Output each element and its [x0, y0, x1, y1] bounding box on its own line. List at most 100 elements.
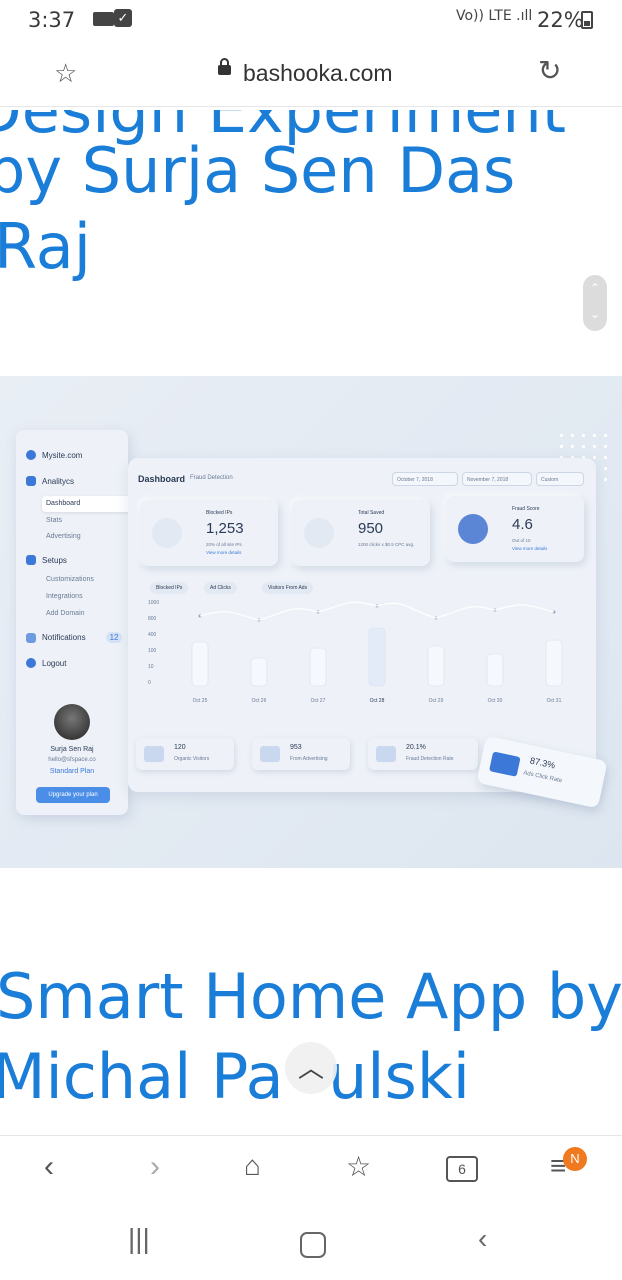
chart-x-tick: Oct 25 — [193, 698, 208, 704]
card-link: View more details — [206, 550, 242, 555]
sidebar-plan: Standard Plan — [49, 768, 95, 775]
sidebar-item-customizations: Customizations — [46, 576, 94, 583]
sidebar-user-email: hello@sfspace.co — [48, 757, 96, 763]
bottom-stat-value: 120 — [174, 744, 186, 751]
dashboard-sidebar: Mysite.com Analitycs Dashboard Stats Adv… — [16, 430, 138, 815]
chart-bar — [250, 657, 268, 687]
home-button-icon[interactable] — [300, 1232, 326, 1258]
sidebar-user-name: Surja Sen Raj — [50, 746, 94, 753]
status-bar: 3:37 ✓ Vo)) LTE .ıll 22% — [0, 0, 622, 40]
article-title-line-2[interactable]: by Surja Sen Das — [0, 136, 515, 206]
chart-x-tick: Oct 28 — [370, 698, 385, 704]
avatar — [54, 704, 90, 740]
star-icon[interactable]: ☆ — [54, 58, 77, 89]
bottom-stat-label: Fraud Detection Rate — [406, 756, 454, 762]
article2-title-line-2a[interactable]: Michal Pa — [0, 1042, 284, 1112]
dashboard-chart: Blocked IPs Ad Clicks Visitors From Ads … — [140, 580, 584, 726]
chart-bar — [545, 639, 563, 687]
notifications-count: 12 — [105, 632, 123, 643]
dashboard-panel: Dashboard Fraud Detection October 7, 201… — [128, 458, 596, 792]
people-icon — [144, 746, 164, 762]
article-title-line-3[interactable]: Raj — [0, 212, 91, 282]
bottom-stat-label: From Advertising — [290, 756, 328, 762]
chart-y-tick: 1000 — [148, 600, 159, 606]
sidebar-section-setups: Setups — [26, 555, 67, 565]
fraud-icon — [458, 514, 488, 544]
piggy-icon — [304, 518, 334, 548]
recents-icon[interactable]: ||| — [128, 1223, 150, 1255]
card-label: Blocked IPs — [206, 510, 233, 516]
dashboard-title: Dashboard — [138, 474, 186, 484]
mail-icon — [93, 12, 114, 26]
chart-bar — [191, 641, 209, 687]
chart-x-tick: Oct 26 — [252, 698, 267, 704]
article2-title-line-2b[interactable]: ulski — [328, 1042, 470, 1112]
battery-percent: 22% — [537, 8, 584, 32]
chart-bar — [309, 647, 327, 687]
card-value: 950 — [358, 520, 384, 537]
favorites-icon[interactable]: ☆ — [346, 1150, 371, 1183]
range-filter: Custom — [536, 472, 584, 486]
bottom-stat-label: Organic Visitors — [174, 756, 210, 762]
card-link: View more details — [512, 546, 548, 551]
card-value: 4.6 — [512, 516, 533, 533]
url-text[interactable]: bashooka.com — [243, 60, 393, 87]
back-icon[interactable]: ‹ — [44, 1150, 54, 1184]
bottom-stat-organic: 120 Organic Visitors — [136, 738, 234, 770]
browser-url-bar[interactable]: ☆ bashooka.com ↻ — [0, 40, 622, 107]
chart-x-tick: Oct 31 — [547, 698, 562, 704]
sidebar-section-notifications: Notifications 12 — [26, 632, 123, 643]
network-indicator: Vo)) LTE .ıll — [456, 8, 533, 24]
bottom-stat-value: 953 — [290, 744, 302, 751]
sidebar-item-add-domain: Add Domain — [46, 610, 85, 617]
reload-icon[interactable]: ↻ — [538, 54, 561, 87]
dashboard-subtitle: Fraud Detection — [190, 475, 233, 481]
scrollbar-thumb[interactable]: ⌃ ⌄ — [583, 275, 607, 331]
bottom-stat-fraud-rate: 20.1% Fraud Detection Rate — [368, 738, 478, 770]
lock-icon — [218, 58, 231, 75]
chart-chip-ad-clicks: Ad Clicks — [204, 582, 237, 594]
forward-icon[interactable]: › — [150, 1150, 160, 1184]
sidebar-item-stats: Stats — [46, 517, 62, 524]
ad-icon — [260, 746, 280, 762]
chart-chip-blocked-ips: Blocked IPs — [150, 582, 189, 594]
chart-bar — [486, 653, 504, 687]
presentation-icon — [376, 746, 396, 762]
ads-click-rate-label: Ads Click Rate — [522, 770, 563, 785]
chart-y-tick: 0 — [148, 680, 151, 686]
ads-click-rate-value: 87.3% — [529, 755, 557, 771]
battery-icon — [581, 11, 593, 29]
sidebar-site: Mysite.com — [26, 450, 82, 460]
card-label: Fraud Score — [512, 506, 540, 512]
dashboard-preview-image[interactable]: Mysite.com Analitycs Dashboard Stats Adv… — [0, 376, 622, 868]
bottom-stat-value: 20.1% — [406, 744, 426, 751]
check-icon: ✓ — [114, 9, 132, 27]
chart-chip-visitors: Visitors From Ads — [262, 582, 314, 594]
article2-title-line-1[interactable]: Smart Home App by — [0, 962, 622, 1032]
scroll-top-icon[interactable]: ︿ — [285, 1042, 337, 1094]
stat-card-fraud-score: Fraud Score 4.6 Out of 10 View more deta… — [446, 496, 584, 562]
sidebar-item-integrations: Integrations — [46, 593, 83, 600]
chart-y-tick: 100 — [148, 648, 157, 654]
home-icon[interactable]: ⌂ — [244, 1150, 261, 1182]
system-nav-bar: ||| ‹ — [0, 1209, 622, 1280]
status-time: 3:37 — [28, 8, 76, 32]
system-back-icon[interactable]: ‹ — [478, 1223, 487, 1255]
card-note: 1200 clicks x $0.5 CPC avg. — [358, 542, 415, 547]
tabs-icon[interactable]: 6 — [446, 1156, 478, 1182]
stat-card-total-saved: Total Saved 950 1200 clicks x $0.5 CPC a… — [292, 500, 430, 566]
sidebar-item-advertising: Advertising — [46, 533, 81, 540]
card-value: 1,253 — [206, 520, 244, 537]
card-label: Total Saved — [358, 510, 385, 516]
stat-card-blocked-ips: Blocked IPs 1,253 20% of all site IPs Vi… — [140, 500, 278, 566]
chart-y-tick: 800 — [148, 616, 157, 622]
chart-x-tick: Oct 27 — [311, 698, 326, 704]
sidebar-section-logout: Logout — [26, 658, 66, 668]
bottom-stat-advertising: 953 From Advertising — [252, 738, 350, 770]
notification-badge: N — [563, 1147, 587, 1171]
chart-y-tick: 400 — [148, 632, 157, 638]
chart-bar — [368, 627, 386, 687]
card-note: 20% of all site IPs — [206, 542, 242, 547]
browser-bottom-nav: ‹ › ⌂ ☆ 6 ≡ — [0, 1135, 622, 1210]
date-from-filter: October 7, 2018 — [392, 472, 458, 486]
